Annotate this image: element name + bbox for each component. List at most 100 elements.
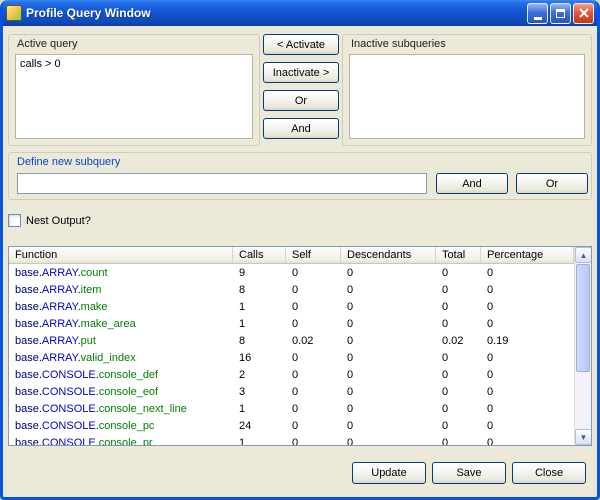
descendants-cell: 0 [341,299,436,316]
or-transfer-button[interactable]: Or [263,90,339,111]
subquery-and-button[interactable]: And [436,173,508,194]
results-table: FunctionCallsSelfDescendantsTotalPercent… [8,246,592,446]
close-button[interactable] [573,3,594,24]
self-cell: 0 [286,384,341,401]
percentage-cell: 0 [481,316,574,333]
active-query-item[interactable]: calls > 0 [16,55,252,73]
subquery-input[interactable] [17,173,427,194]
table-row[interactable]: base.ARRAY.item80000 [9,282,574,299]
function-cell: base.ARRAY.make_area [9,316,233,333]
percentage-cell: 0 [481,265,574,282]
calls-cell: 16 [233,350,286,367]
percentage-cell: 0 [481,401,574,418]
self-cell: 0 [286,435,341,445]
table-header: FunctionCallsSelfDescendantsTotalPercent… [9,247,574,264]
percentage-cell: 0.19 [481,333,574,350]
total-cell: 0 [436,316,481,333]
table-row[interactable]: base.CONSOLE.console_eof30000 [9,384,574,401]
active-query-list[interactable]: calls > 0 [15,54,253,139]
percentage-cell: 0 [481,367,574,384]
descendants-cell: 0 [341,282,436,299]
titlebar[interactable]: Profile Query Window [0,0,600,26]
active-query-panel: Active query calls > 0 [8,34,260,146]
self-cell: 0 [286,282,341,299]
update-button[interactable]: Update [352,462,426,484]
minimize-button[interactable] [527,3,548,24]
descendants-cell: 0 [341,384,436,401]
column-header-total[interactable]: Total [436,247,481,263]
and-transfer-button[interactable]: And [263,118,339,139]
percentage-cell: 0 [481,282,574,299]
window-controls [527,3,594,24]
column-header-percentage[interactable]: Percentage [481,247,574,263]
table-row[interactable]: base.ARRAY.put80.0200.020.19 [9,333,574,350]
save-button[interactable]: Save [432,462,506,484]
total-cell: 0 [436,435,481,445]
calls-cell: 8 [233,282,286,299]
self-cell: 0.02 [286,333,341,350]
column-header-self[interactable]: Self [286,247,341,263]
function-cell: base.ARRAY.valid_index [9,350,233,367]
descendants-cell: 0 [341,333,436,350]
self-cell: 0 [286,367,341,384]
nest-output-label: Nest Output? [26,215,91,227]
column-header-function[interactable]: Function [9,247,233,263]
footer-buttons: Update Save Close [3,462,597,486]
function-cell: base.ARRAY.put [9,333,233,350]
table-row[interactable]: base.ARRAY.count90000 [9,265,574,282]
table-row[interactable]: base.CONSOLE.console_next_line10000 [9,401,574,418]
total-cell: 0 [436,350,481,367]
descendants-cell: 0 [341,265,436,282]
total-cell: 0 [436,401,481,418]
total-cell: 0 [436,282,481,299]
nest-output-option[interactable]: Nest Output? [8,214,91,227]
scroll-down-icon[interactable]: ▼ [575,429,592,445]
function-cell: base.ARRAY.item [9,282,233,299]
percentage-cell: 0 [481,435,574,445]
function-cell: base.ARRAY.count [9,265,233,282]
maximize-button[interactable] [550,3,571,24]
column-header-descendants[interactable]: Descendants [341,247,436,263]
percentage-cell: 0 [481,418,574,435]
table-body[interactable]: base.ARRAY.count90000base.ARRAY.item8000… [9,265,574,445]
calls-cell: 1 [233,299,286,316]
calls-cell: 1 [233,401,286,418]
dialog-body: Active query calls > 0 < Activate Inacti… [3,26,597,494]
inactive-subqueries-panel: Inactive subqueries [342,34,592,146]
descendants-cell: 0 [341,316,436,333]
calls-cell: 1 [233,435,286,445]
nest-output-checkbox[interactable] [8,214,21,227]
function-cell: base.CONSOLE.console_eof [9,384,233,401]
self-cell: 0 [286,316,341,333]
total-cell: 0 [436,265,481,282]
table-row[interactable]: base.CONSOLE.console_def20000 [9,367,574,384]
calls-cell: 3 [233,384,286,401]
inactive-subqueries-list[interactable] [349,54,585,139]
self-cell: 0 [286,418,341,435]
table-row[interactable]: base.ARRAY.make10000 [9,299,574,316]
define-subquery-panel: Define new subquery And Or [8,152,592,200]
function-cell: base.CONSOLE.console_next_line [9,401,233,418]
descendants-cell: 0 [341,435,436,445]
inactivate-button[interactable]: Inactivate > [263,62,339,83]
vertical-scrollbar[interactable]: ▲ ▼ [574,247,591,445]
table-row[interactable]: base.ARRAY.valid_index160000 [9,350,574,367]
scrollbar-thumb[interactable] [576,264,590,372]
table-row[interactable]: base.CONSOLE.console_pr10000 [9,435,574,445]
minimize-icon [534,17,542,20]
table-row[interactable]: base.CONSOLE.console_pc240000 [9,418,574,435]
close-dialog-button[interactable]: Close [512,462,586,484]
function-cell: base.ARRAY.make [9,299,233,316]
column-header-calls[interactable]: Calls [233,247,286,263]
descendants-cell: 0 [341,367,436,384]
app-icon [6,5,22,21]
self-cell: 0 [286,265,341,282]
table-row[interactable]: base.ARRAY.make_area10000 [9,316,574,333]
descendants-cell: 0 [341,418,436,435]
activate-button[interactable]: < Activate [263,34,339,55]
active-query-label: Active query [17,38,78,50]
inactive-subqueries-label: Inactive subqueries [351,38,446,50]
total-cell: 0.02 [436,333,481,350]
scroll-up-icon[interactable]: ▲ [575,247,592,263]
subquery-or-button[interactable]: Or [516,173,588,194]
